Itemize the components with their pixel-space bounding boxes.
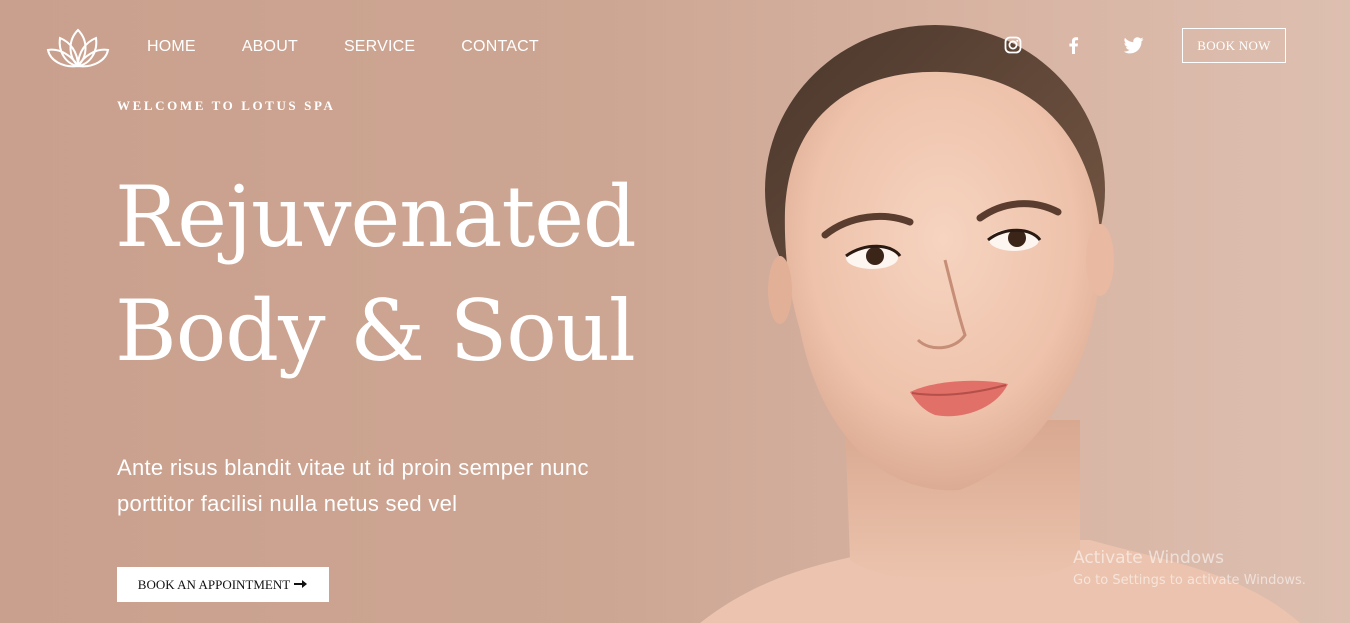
watermark-title: Activate Windows xyxy=(1073,548,1224,568)
watermark-subtitle: Go to Settings to activate Windows. xyxy=(1073,573,1306,588)
hero-headline: Rejuvenated Body & Soul xyxy=(115,160,637,388)
headline-line-2: Body & Soul xyxy=(115,282,636,380)
facebook-icon[interactable] xyxy=(1062,34,1084,56)
hero-portrait-image xyxy=(660,0,1350,623)
nav-about-link[interactable]: ABOUT xyxy=(242,38,298,56)
nav-home-link[interactable]: HOME xyxy=(147,38,196,56)
main-nav: HOME ABOUT SERVICE CONTACT xyxy=(147,38,585,56)
headline-line-1: Rejuvenated xyxy=(115,168,637,266)
book-appointment-button[interactable]: BOOK AN APPOINTMENT xyxy=(117,567,329,602)
hero-eyebrow: WELCOME TO LOTUS SPA xyxy=(117,98,336,113)
nav-contact-link[interactable]: CONTACT xyxy=(461,38,539,56)
lotus-logo-icon[interactable] xyxy=(46,26,110,70)
arrow-right-icon xyxy=(294,577,308,593)
nav-service-link[interactable]: SERVICE xyxy=(344,38,415,56)
instagram-icon[interactable] xyxy=(1002,34,1024,56)
twitter-icon[interactable] xyxy=(1123,34,1145,56)
book-appointment-label: BOOK AN APPOINTMENT xyxy=(137,576,291,592)
hero-lead-text: Ante risus blandit vitae ut id proin sem… xyxy=(117,455,589,516)
book-now-button[interactable]: BOOK NOW xyxy=(1182,28,1286,63)
